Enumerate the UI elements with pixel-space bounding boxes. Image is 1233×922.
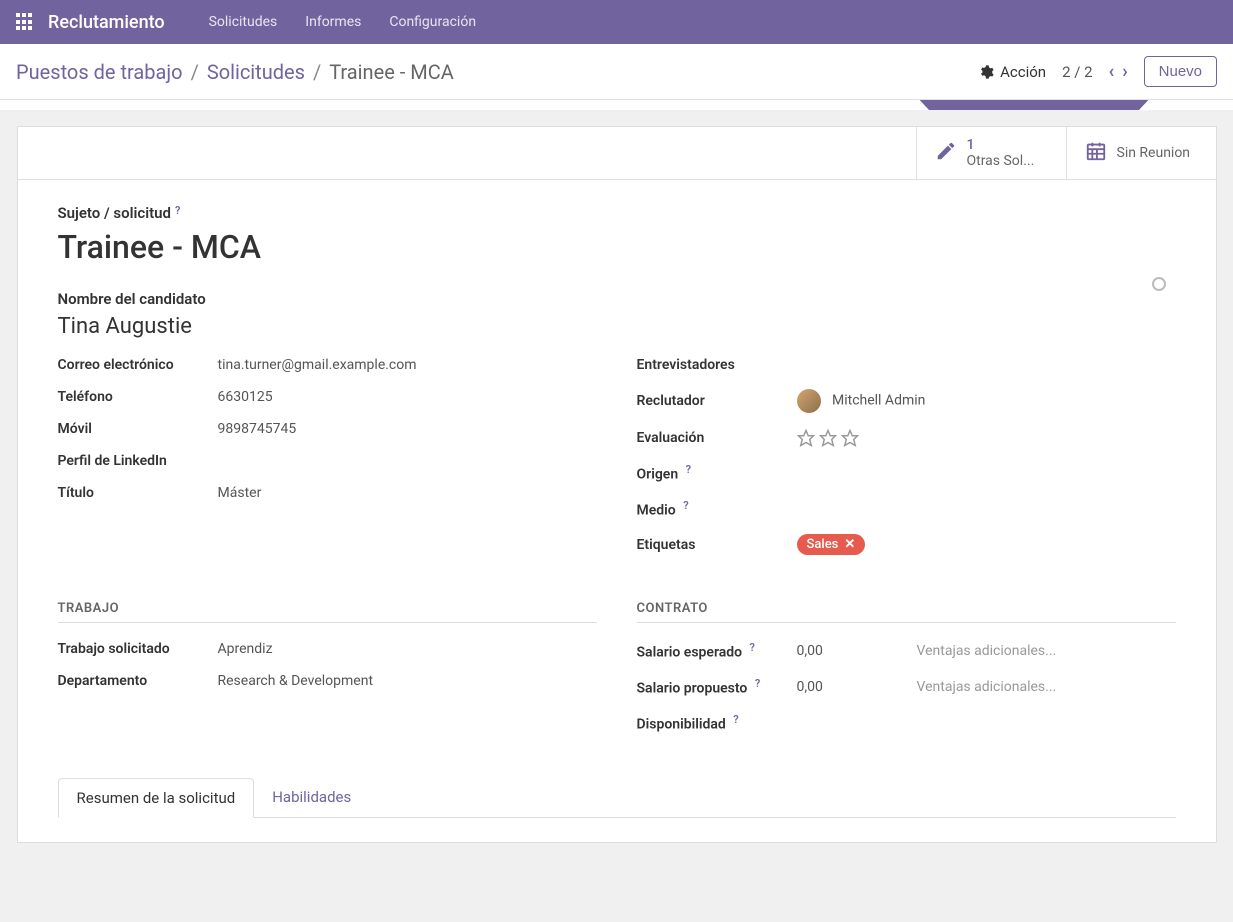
avatar <box>797 389 821 413</box>
help-icon[interactable]: ? <box>755 677 760 690</box>
recruiter-value[interactable]: Mitchell Admin <box>797 389 1176 413</box>
breadcrumb-sep: / <box>313 60 321 84</box>
stat-label: Sin Reunion <box>1117 145 1191 161</box>
pencil-icon <box>935 140 957 167</box>
breadcrumb-item[interactable]: Puestos de trabajo <box>16 60 183 84</box>
help-icon[interactable]: ? <box>733 713 738 726</box>
interviewers-label: Entrevistadores <box>637 357 797 373</box>
status-bar <box>0 100 1233 110</box>
kanban-state-toggle[interactable] <box>1152 277 1166 291</box>
department-label: Departamento <box>58 673 218 689</box>
applied-job-value[interactable]: Aprendiz <box>218 641 597 657</box>
proposed-salary-value[interactable]: 0,00 <box>797 679 917 695</box>
mobile-label: Móvil <box>58 421 218 437</box>
top-nav: Reclutamiento Solicitudes Informes Confi… <box>0 0 1233 44</box>
phone-label: Teléfono <box>58 389 218 405</box>
expected-salary-label: Salario esperado ? <box>637 641 797 661</box>
evaluation-stars[interactable] <box>797 429 1176 447</box>
help-icon[interactable]: ? <box>683 499 688 512</box>
contract-section-title: CONTRATO <box>637 601 1176 616</box>
stat-other-applications[interactable]: 1 Otras Sol... <box>916 127 1066 179</box>
stat-label: Otras Sol... <box>967 153 1035 169</box>
availability-label: Disponibilidad ? <box>637 713 797 733</box>
new-button[interactable]: Nuevo <box>1144 56 1217 87</box>
star-icon[interactable] <box>819 429 837 447</box>
pager-next[interactable]: › <box>1122 61 1127 82</box>
mobile-value[interactable]: 9898745745 <box>218 421 597 437</box>
form-sheet: 1 Otras Sol... Sin Reunion Sujeto / soli… <box>17 126 1217 843</box>
medium-label: Medio ? <box>637 499 797 519</box>
button-box: 1 Otras Sol... Sin Reunion <box>18 127 1216 180</box>
status-stage-active[interactable] <box>929 100 1139 110</box>
star-icon[interactable] <box>841 429 859 447</box>
gear-icon <box>978 64 994 80</box>
degree-value[interactable]: Máster <box>218 485 597 501</box>
app-brand[interactable]: Reclutamiento <box>48 12 165 33</box>
tab-skills[interactable]: Habilidades <box>254 778 369 817</box>
action-dropdown[interactable]: Acción <box>978 63 1046 81</box>
breadcrumb-item[interactable]: Solicitudes <box>207 60 305 84</box>
breadcrumb: Puestos de trabajo / Solicitudes / Train… <box>16 60 454 84</box>
stat-meetings[interactable]: Sin Reunion <box>1066 127 1216 179</box>
action-label: Acción <box>1000 63 1046 81</box>
expected-salary-extra[interactable]: Ventajas adicionales... <box>917 643 1057 659</box>
subject-value[interactable]: Trainee - MCA <box>58 228 1176 266</box>
star-icon[interactable] <box>797 429 815 447</box>
proposed-salary-extra[interactable]: Ventajas adicionales... <box>917 679 1057 695</box>
candidate-name[interactable]: Tina Augustie <box>58 314 1176 339</box>
candidate-label: Nombre del candidato <box>58 290 1176 308</box>
breadcrumb-sep: / <box>191 60 199 84</box>
pager-count[interactable]: 2 / 2 <box>1062 63 1093 81</box>
proposed-salary-label: Salario propuesto ? <box>637 677 797 697</box>
apps-icon[interactable] <box>16 13 34 31</box>
recruiter-label: Reclutador <box>637 393 797 409</box>
help-icon[interactable]: ? <box>175 204 180 217</box>
stat-count: 1 <box>967 137 1035 153</box>
divider <box>58 622 597 623</box>
subheader: Puestos de trabajo / Solicitudes / Train… <box>0 44 1233 100</box>
tag: Sales ✕ <box>797 534 866 555</box>
tags-label: Etiquetas <box>637 537 797 553</box>
tags-value[interactable]: Sales ✕ <box>797 534 1176 555</box>
divider <box>637 622 1176 623</box>
tag-remove-icon[interactable]: ✕ <box>844 537 855 552</box>
nav-informes[interactable]: Informes <box>291 14 375 30</box>
tab-summary[interactable]: Resumen de la solicitud <box>58 778 255 818</box>
help-icon[interactable]: ? <box>686 463 691 476</box>
department-value[interactable]: Research & Development <box>218 673 597 689</box>
pager-prev[interactable]: ‹ <box>1109 61 1115 82</box>
email-label: Correo electrónico <box>58 357 218 373</box>
nav-configuracion[interactable]: Configuración <box>375 14 490 30</box>
linkedin-label: Perfil de LinkedIn <box>58 453 218 469</box>
expected-salary-value[interactable]: 0,00 <box>797 643 917 659</box>
nav-solicitudes[interactable]: Solicitudes <box>195 14 292 30</box>
help-icon[interactable]: ? <box>750 641 755 654</box>
phone-value[interactable]: 6630125 <box>218 389 597 405</box>
subject-label: Sujeto / solicitud ? <box>58 204 1176 222</box>
tabs: Resumen de la solicitud Habilidades <box>58 778 1176 818</box>
breadcrumb-current: Trainee - MCA <box>329 60 454 84</box>
calendar-icon <box>1085 140 1107 167</box>
source-label: Origen ? <box>637 463 797 483</box>
email-value[interactable]: tina.turner@gmail.example.com <box>218 357 597 373</box>
degree-label: Título <box>58 485 218 501</box>
evaluation-label: Evaluación <box>637 430 797 446</box>
applied-job-label: Trabajo solicitado <box>58 641 218 657</box>
job-section-title: TRABAJO <box>58 601 597 616</box>
